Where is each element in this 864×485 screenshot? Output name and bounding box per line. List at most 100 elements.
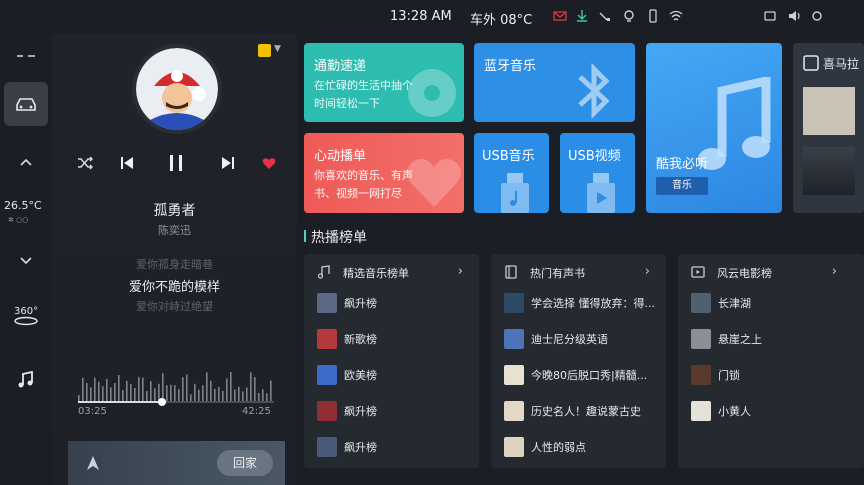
view-360-button[interactable]: 360° <box>4 296 48 340</box>
waveform-bar <box>266 393 268 401</box>
mail-icon[interactable] <box>553 9 567 23</box>
column-title: 热门有声书 <box>530 267 585 280</box>
pause-button[interactable] <box>165 152 187 174</box>
source-badge-icon[interactable] <box>258 44 271 57</box>
album-art <box>132 44 222 134</box>
settings-icon[interactable] <box>810 9 824 23</box>
outside-temperature: 车外 08°C <box>470 13 533 28</box>
cabin-temperature: 26.5°C <box>4 199 42 212</box>
skip-previous-icon <box>121 157 133 169</box>
fan-status: ✲ ○○ <box>8 216 29 224</box>
column-title: 精选音乐榜单 <box>343 267 409 280</box>
waveform-bar <box>118 375 120 401</box>
waveform-bar <box>102 386 104 401</box>
tile-usb-music-title: USB音乐 <box>482 149 535 164</box>
ximalaya-thumb <box>803 147 855 195</box>
list-item[interactable]: 门锁 <box>678 357 853 393</box>
waveform-bar <box>262 389 264 401</box>
hot-list-title: 热播榜单 <box>311 230 367 246</box>
music-nav-button[interactable] <box>4 358 48 402</box>
waveform-bar <box>166 385 168 401</box>
tile-kuwo-tag: 音乐 <box>656 177 708 195</box>
list-item[interactable]: 长津湖 <box>678 285 853 321</box>
waveform-bar <box>106 379 108 401</box>
list-item[interactable]: 飙升榜 <box>304 393 479 429</box>
waveform-bar <box>138 377 140 401</box>
download-icon[interactable] <box>575 9 589 23</box>
song-title: 孤勇者 <box>153 203 196 219</box>
item-label: 迪士尼分级英语 <box>531 333 608 346</box>
waveform-bar <box>190 394 192 401</box>
heart-icon <box>262 157 276 169</box>
elapsed-time: 03:25 <box>78 406 107 417</box>
temp-down-button[interactable] <box>4 239 48 283</box>
menu-button[interactable] <box>4 34 48 78</box>
waveform-bar <box>86 383 88 401</box>
progress-bar[interactable] <box>78 398 274 406</box>
tile-kuwo-music[interactable]: 酷我必听 音乐 <box>646 43 782 213</box>
tile-usb-video[interactable]: USB视频 <box>560 133 635 213</box>
waveform-bar <box>206 372 208 401</box>
chevron-right-icon[interactable]: › <box>832 264 837 279</box>
list-item[interactable]: 学会选择 懂得放弃：得... <box>491 285 666 321</box>
waveform-bar <box>162 373 164 401</box>
tile-commute-line2: 时间轻松一下 <box>314 97 380 110</box>
favorite-button[interactable] <box>258 152 280 174</box>
waveform-bar <box>142 377 144 401</box>
list-item[interactable]: 人性的弱点 <box>491 429 666 465</box>
item-thumbnail <box>691 365 711 385</box>
waveform-bar <box>110 387 112 401</box>
chevron-right-icon[interactable]: › <box>645 264 650 279</box>
item-thumbnail <box>504 401 524 421</box>
waveform-bar <box>154 388 156 401</box>
tile-commute-title: 通勤速递 <box>314 59 367 74</box>
waveform-bar <box>130 383 132 401</box>
waveform-bar <box>82 377 84 401</box>
song-artist: 陈奕迅 <box>158 224 191 237</box>
waveform-bar <box>250 372 252 401</box>
list-item[interactable]: 迪士尼分级英语 <box>491 321 666 357</box>
shuffle-button[interactable] <box>74 152 96 174</box>
list-item[interactable]: 历史名人！趣说蒙古史 <box>491 393 666 429</box>
list-item[interactable]: 悬崖之上 <box>678 321 853 357</box>
item-label: 新歌榜 <box>344 333 377 346</box>
next-button[interactable] <box>217 152 239 174</box>
list-item[interactable]: 飙升榜 <box>304 285 479 321</box>
tile-usb-music[interactable]: USB音乐 <box>474 133 549 213</box>
list-item[interactable]: 小黄人 <box>678 393 853 429</box>
item-thumbnail <box>504 329 524 349</box>
dropdown-caret-icon[interactable]: ▼ <box>274 44 281 54</box>
navigation-card[interactable]: 回家 <box>68 441 285 485</box>
waveform-bar <box>174 385 176 401</box>
chart-column-music: 精选音乐榜单 › 飙升榜 新歌榜 欧美榜 飙升榜 飙升榜 <box>304 254 479 468</box>
progress-knob[interactable] <box>158 398 167 406</box>
section-accent <box>304 230 306 242</box>
waveform-bar <box>238 386 240 401</box>
waveform-bar <box>126 381 128 401</box>
waveform-bar <box>234 389 236 401</box>
waveform-bar <box>170 384 172 401</box>
previous-button[interactable] <box>116 152 138 174</box>
waveform-bar <box>242 391 244 401</box>
tile-ximalaya[interactable]: 喜马拉 <box>793 43 864 213</box>
tile-commute[interactable]: 通勤速递 在忙碌的生活中抽个 时间轻松一下 <box>304 43 464 122</box>
item-label: 今晚80后脱口秀|精髓... <box>531 369 648 382</box>
tile-heartbeat[interactable]: 心动播单 你喜欢的音乐、有声 书、视频一网打尽 <box>304 133 464 213</box>
vehicle-button[interactable] <box>4 82 48 126</box>
lyric-next: 爱你对峙过绝望 <box>136 300 213 313</box>
list-item[interactable]: 今晚80后脱口秀|精髓... <box>491 357 666 393</box>
total-time: 42:25 <box>242 406 271 417</box>
list-item[interactable]: 飙升榜 <box>304 429 479 465</box>
temp-up-button[interactable] <box>4 140 48 184</box>
go-home-button[interactable]: 回家 <box>217 450 273 476</box>
list-item[interactable]: 欧美榜 <box>304 357 479 393</box>
item-thumbnail <box>504 437 524 457</box>
waveform-bar <box>218 387 220 401</box>
chevron-right-icon[interactable]: › <box>458 264 463 279</box>
car-icon <box>16 98 36 111</box>
ximalaya-logo-icon <box>803 55 819 71</box>
disc-icon <box>408 69 456 117</box>
list-item[interactable]: 新歌榜 <box>304 321 479 357</box>
volume-icon[interactable] <box>787 9 801 23</box>
tile-bluetooth-music[interactable]: 蓝牙音乐 <box>474 43 635 122</box>
